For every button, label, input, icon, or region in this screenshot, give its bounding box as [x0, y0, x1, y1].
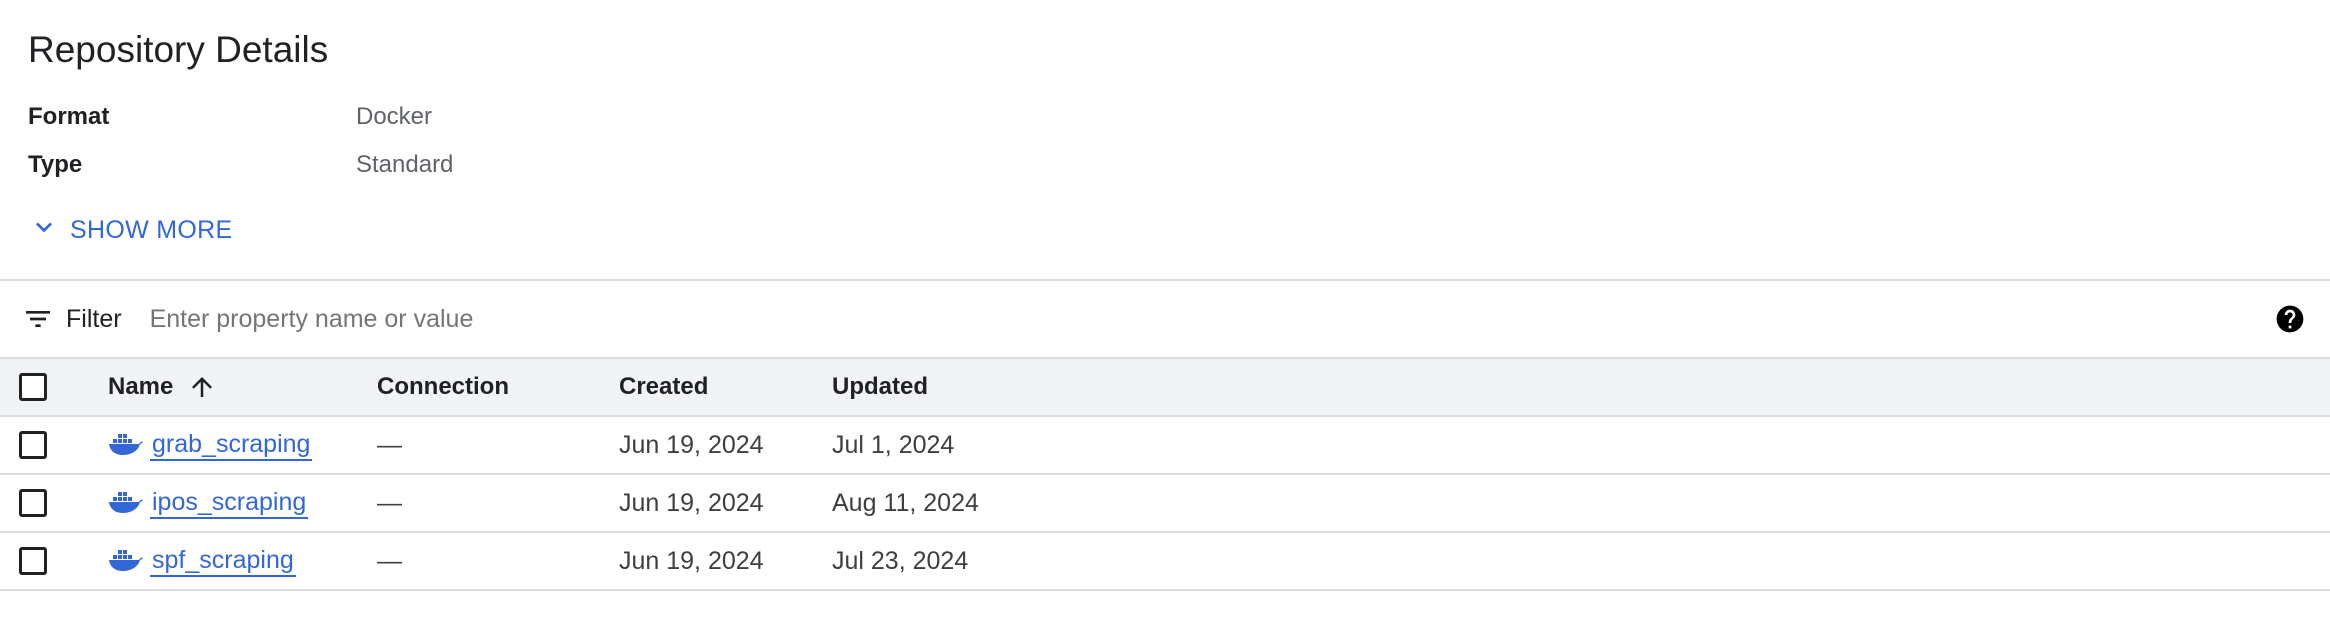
connection-cell: —: [377, 488, 402, 517]
property-value: Docker: [356, 103, 433, 130]
select-all-cell: [19, 359, 47, 415]
row-checkbox[interactable]: [19, 431, 47, 459]
docker-icon: [108, 432, 144, 458]
name-cell: spf_scraping: [108, 533, 296, 589]
show-more-button[interactable]: SHOW MORE: [28, 210, 232, 250]
connection-cell: —: [377, 546, 402, 575]
property-value: Standard: [356, 151, 454, 178]
property-row-type: Type Standard: [28, 145, 453, 185]
table-row: ipos_scraping — Jun 19, 2024 Aug 11, 202…: [0, 475, 2330, 533]
row-checkbox[interactable]: [19, 489, 47, 517]
repository-link[interactable]: spf_scraping: [150, 545, 296, 577]
updated-cell: Aug 11, 2024: [832, 488, 979, 517]
name-cell: grab_scraping: [108, 417, 313, 473]
docker-icon: [108, 490, 144, 516]
show-more-label: SHOW MORE: [70, 215, 233, 244]
select-all-checkbox[interactable]: [19, 373, 47, 401]
table-row: grab_scraping — Jun 19, 2024 Jul 1, 2024: [0, 417, 2330, 475]
created-cell: Jun 19, 2024: [619, 488, 764, 517]
created-cell: Jun 19, 2024: [619, 546, 764, 575]
filter-input[interactable]: [147, 296, 1952, 342]
filter-bar: Filter: [0, 279, 2330, 359]
chevron-down-icon: [28, 211, 70, 250]
property-key: Format: [28, 103, 110, 130]
column-header-created[interactable]: Created: [619, 359, 708, 415]
name-cell: ipos_scraping: [108, 475, 309, 531]
updated-cell: Jul 1, 2024: [832, 430, 955, 459]
row-select-cell: [19, 475, 47, 531]
table-header-row: Name Connection Created Updated: [0, 359, 2330, 417]
repository-link[interactable]: grab_scraping: [150, 429, 313, 461]
help-icon[interactable]: [2274, 303, 2306, 335]
property-key: Type: [28, 151, 83, 178]
filter-label: Filter: [66, 304, 122, 333]
property-row-format: Format Docker: [28, 97, 432, 137]
connection-cell: —: [377, 430, 402, 459]
repository-link[interactable]: ipos_scraping: [150, 487, 309, 519]
arrow-up-icon[interactable]: [187, 372, 217, 402]
row-checkbox[interactable]: [19, 547, 47, 575]
row-select-cell: [19, 533, 47, 589]
docker-icon: [108, 548, 144, 574]
page-title: Repository Details: [28, 29, 329, 70]
filter-icon: [22, 303, 54, 335]
created-cell: Jun 19, 2024: [619, 430, 764, 459]
updated-cell: Jul 23, 2024: [832, 546, 969, 575]
column-label: Name: [108, 373, 174, 400]
repository-details-panel: Repository Details Format Docker Type St…: [0, 0, 2330, 279]
column-header-connection[interactable]: Connection: [377, 359, 509, 415]
row-select-cell: [19, 417, 47, 473]
table-row: spf_scraping — Jun 19, 2024 Jul 23, 2024: [0, 533, 2330, 591]
column-header-name[interactable]: Name: [108, 359, 217, 415]
column-header-updated[interactable]: Updated: [832, 359, 928, 415]
repositories-table: Name Connection Created Updated grab_scr…: [0, 359, 2330, 591]
